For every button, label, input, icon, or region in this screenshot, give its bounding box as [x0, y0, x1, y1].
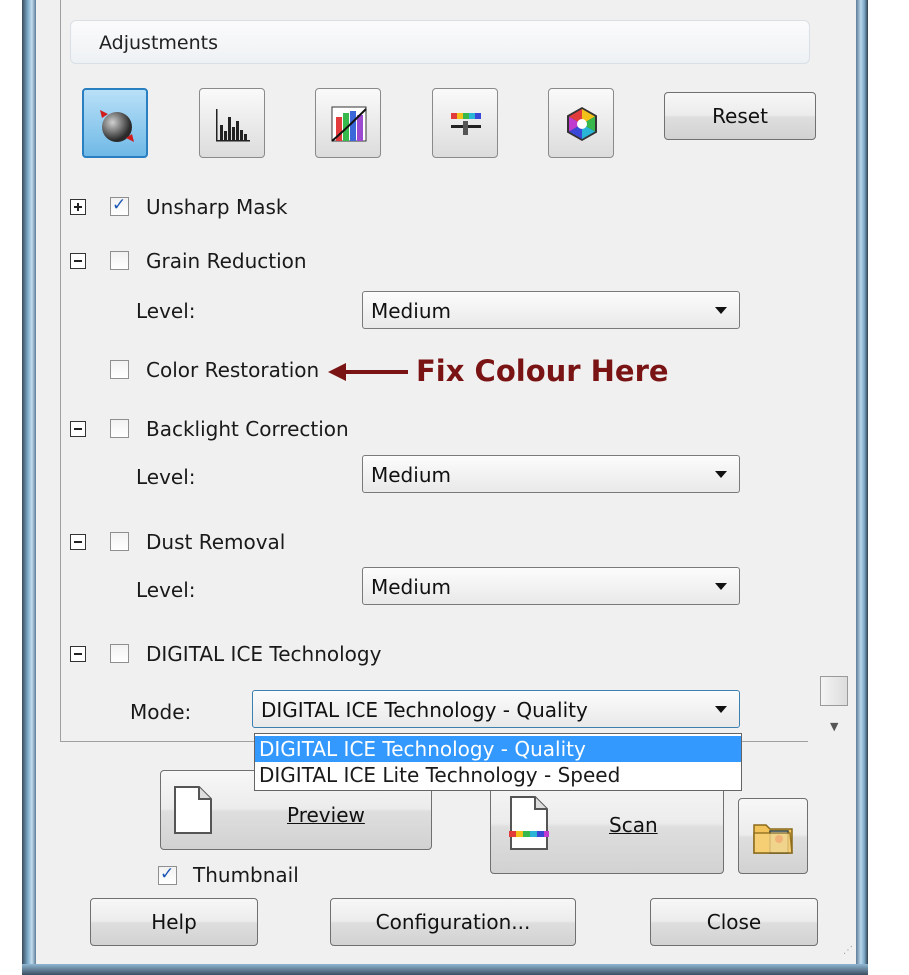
auto-exposure-button[interactable] [82, 88, 148, 158]
grain-reduction-checkbox[interactable] [110, 251, 129, 270]
chevron-down-icon [715, 307, 727, 314]
color-restoration-label: Color Restoration [146, 358, 320, 382]
scan-document-icon [509, 796, 549, 850]
auto-exposure-icon [100, 110, 134, 142]
reset-button[interactable]: Reset [664, 92, 816, 140]
digital-ice-collapse-icon[interactable] [70, 646, 86, 662]
help-button[interactable]: Help [90, 898, 258, 946]
adjustments-title: Adjustments [99, 32, 218, 54]
color-restoration-checkbox[interactable] [110, 360, 129, 379]
digital-ice-mode-value: DIGITAL ICE Technology - Quality [261, 698, 588, 722]
grain-level-select[interactable]: Medium [362, 291, 740, 329]
chevron-down-icon [715, 706, 727, 713]
scrollbar-thumb[interactable] [820, 676, 848, 706]
backlight-level-select[interactable]: Medium [362, 455, 740, 493]
backlight-collapse-icon[interactable] [70, 421, 86, 437]
dust-removal-label: Dust Removal [146, 530, 286, 554]
dust-level-select[interactable]: Medium [362, 567, 740, 605]
close-button[interactable]: Close [650, 898, 818, 946]
mode-dropdown-list: DIGITAL ICE Technology - Quality DIGITAL… [254, 733, 742, 791]
chevron-down-icon [715, 583, 727, 590]
help-label: Help [151, 910, 197, 934]
tone-curve-icon [331, 106, 367, 142]
unsharp-mask-checkbox[interactable] [110, 195, 129, 216]
close-label: Close [706, 910, 762, 934]
document-icon [174, 786, 212, 834]
unsharp-mask-label: Unsharp Mask [146, 195, 288, 219]
window-frame-right [856, 0, 868, 975]
grain-level-value: Medium [371, 299, 451, 323]
histogram-button[interactable] [199, 88, 265, 158]
grain-reduction-label: Grain Reduction [146, 249, 307, 273]
thumbnail-checkbox[interactable] [158, 864, 177, 885]
configuration-button[interactable]: Configuration... [330, 898, 576, 946]
digital-ice-mode-label: Mode: [130, 700, 192, 724]
adjustments-header[interactable]: Adjustments [70, 20, 810, 64]
grain-level-label: Level: [136, 299, 196, 323]
window-frame-bottom [22, 964, 868, 975]
annotation-text: Fix Colour Here [416, 354, 669, 388]
digital-ice-label: DIGITAL ICE Technology [146, 642, 382, 666]
backlight-level-value: Medium [371, 463, 451, 487]
resize-grip-icon[interactable]: ⋰ [843, 945, 853, 956]
preview-label: Preview [287, 803, 365, 827]
backlight-level-label: Level: [136, 465, 196, 489]
unsharp-mask-expand-icon[interactable] [70, 199, 86, 215]
histogram-icon [216, 109, 250, 142]
dust-level-label: Level: [136, 578, 196, 602]
configuration-label: Configuration... [375, 910, 531, 934]
thumbnail-label: Thumbnail [193, 863, 299, 887]
digital-ice-checkbox[interactable] [110, 644, 129, 663]
dust-removal-collapse-icon[interactable] [70, 534, 86, 550]
digital-ice-mode-select[interactable]: DIGITAL ICE Technology - Quality [252, 690, 740, 728]
dust-removal-checkbox[interactable] [110, 532, 129, 551]
group-border-left [60, 0, 61, 742]
dust-level-value: Medium [371, 575, 451, 599]
backlight-correction-checkbox[interactable] [110, 419, 129, 438]
folder-icon [753, 824, 793, 854]
window-frame-left [22, 0, 36, 975]
tone-curve-button[interactable] [315, 88, 381, 158]
color-balance-icon [451, 113, 481, 135]
backlight-correction-label: Backlight Correction [146, 417, 349, 441]
save-folder-button[interactable] [738, 798, 808, 874]
chevron-down-icon [715, 471, 727, 478]
grain-reduction-collapse-icon[interactable] [70, 253, 86, 269]
color-balance-button[interactable] [432, 88, 498, 158]
mode-option-lite-speed[interactable]: DIGITAL ICE Lite Technology - Speed [255, 762, 741, 788]
color-palette-button[interactable] [548, 88, 614, 158]
mode-option-quality[interactable]: DIGITAL ICE Technology - Quality [255, 736, 741, 762]
color-palette-icon [567, 107, 597, 141]
scroll-down-arrow-icon[interactable]: ▼ [830, 720, 838, 733]
annotation-arrow-icon [328, 363, 408, 381]
reset-label: Reset [712, 104, 768, 128]
outer-margin [0, 0, 22, 975]
scan-label: Scan [609, 813, 658, 837]
